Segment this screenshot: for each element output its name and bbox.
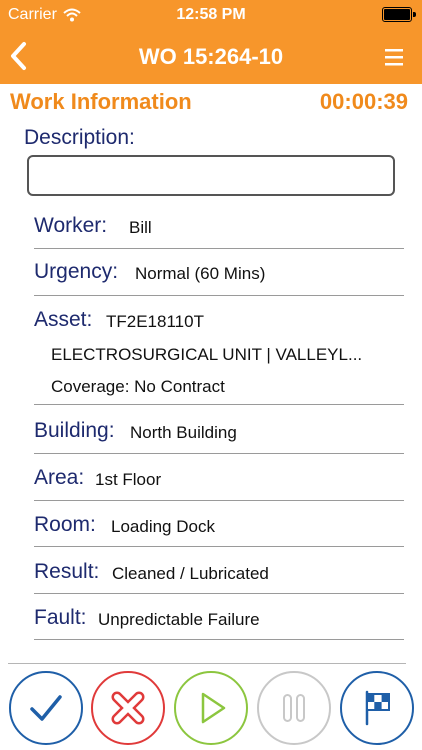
asset-detail: ELECTROSURGICAL UNIT | VALLEYL... xyxy=(51,345,363,364)
close-icon xyxy=(111,691,145,725)
flag-button[interactable] xyxy=(340,671,414,745)
fault-label: Fault: xyxy=(34,606,87,629)
battery-icon xyxy=(382,7,416,22)
start-button[interactable] xyxy=(174,671,248,745)
cancel-button[interactable] xyxy=(91,671,165,745)
page-title: WO 15:264-10 xyxy=(138,44,284,69)
pause-button[interactable] xyxy=(257,671,331,745)
section-header: Work Information 00:00:39 xyxy=(10,89,408,117)
urgency-label: Urgency: xyxy=(34,260,119,283)
room-value: Loading Dock xyxy=(111,517,215,536)
hamburger-menu-icon xyxy=(385,49,403,66)
description-input[interactable] xyxy=(27,155,395,196)
checkmark-icon xyxy=(30,695,62,721)
work-timer: 00:00:39 xyxy=(319,89,408,114)
building-label: Building: xyxy=(34,419,115,442)
flag-icon xyxy=(365,690,390,726)
field-row-area[interactable]: Area: 1st Floor xyxy=(34,466,404,501)
toolbar-divider xyxy=(8,663,406,664)
play-icon xyxy=(201,692,226,724)
complete-button[interactable] xyxy=(9,671,83,745)
field-row-fault[interactable]: Fault: Unpredictable Failure xyxy=(34,606,404,640)
field-row-asset[interactable]: Asset: TF2E18110T ELECTROSURGICAL UNIT |… xyxy=(34,308,404,405)
area-value: 1st Floor xyxy=(95,470,162,489)
worker-label: Worker: xyxy=(34,214,108,237)
status-bar: Carrier 12:58 PM xyxy=(0,0,422,30)
field-row-room[interactable]: Room: Loading Dock xyxy=(34,513,404,547)
result-value: Cleaned / Lubricated xyxy=(112,564,269,583)
urgency-value: Normal (60 Mins) xyxy=(135,264,266,283)
asset-label: Asset: xyxy=(34,308,93,331)
pause-icon xyxy=(283,694,305,722)
status-time: 12:58 PM xyxy=(176,6,246,23)
menu-button[interactable] xyxy=(378,42,410,72)
description-label: Description: xyxy=(24,126,135,149)
asset-coverage: Coverage: No Contract xyxy=(51,377,225,396)
building-value: North Building xyxy=(130,423,237,442)
worker-value: Bill xyxy=(129,218,152,237)
room-label: Room: xyxy=(34,513,96,536)
field-row-worker[interactable]: Worker: Bill xyxy=(34,214,404,249)
field-row-urgency[interactable]: Urgency: Normal (60 Mins) xyxy=(34,260,404,296)
nav-bar: WO 15:264-10 xyxy=(0,30,422,84)
field-row-building[interactable]: Building: North Building xyxy=(34,419,404,454)
result-label: Result: xyxy=(34,560,100,583)
asset-value: TF2E18110T xyxy=(106,312,204,331)
section-title: Work Information xyxy=(10,89,192,114)
area-label: Area: xyxy=(34,466,85,489)
fault-value: Unpredictable Failure xyxy=(98,610,260,629)
field-row-result[interactable]: Result: Cleaned / Lubricated xyxy=(34,560,404,594)
